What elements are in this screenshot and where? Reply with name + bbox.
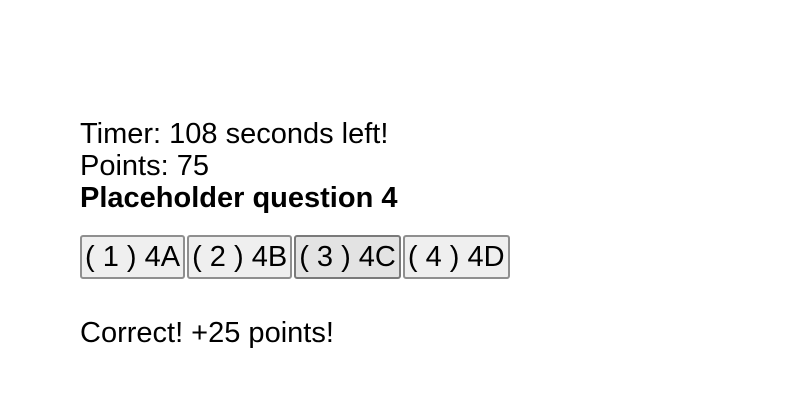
timer-text: Timer: 108 seconds left! bbox=[80, 118, 389, 150]
answer-button-1[interactable]: ( 1 ) 4A bbox=[80, 235, 186, 279]
answer-button-3[interactable]: ( 3 ) 4C bbox=[294, 235, 401, 279]
answer-button-4[interactable]: ( 4 ) 4D bbox=[402, 235, 510, 279]
answer-button-2[interactable]: ( 2 ) 4B bbox=[187, 235, 293, 279]
question-text: Placeholder question 4 bbox=[80, 182, 398, 214]
answer-choices: ( 1 ) 4A ( 2 ) 4B ( 3 ) 4C ( 4 ) 4D bbox=[80, 235, 510, 279]
feedback-message: Correct! +25 points! bbox=[80, 317, 334, 349]
quiz-panel: Timer: 108 seconds left! Points: 75 Plac… bbox=[80, 118, 510, 349]
points-text: Points: 75 bbox=[80, 150, 209, 182]
